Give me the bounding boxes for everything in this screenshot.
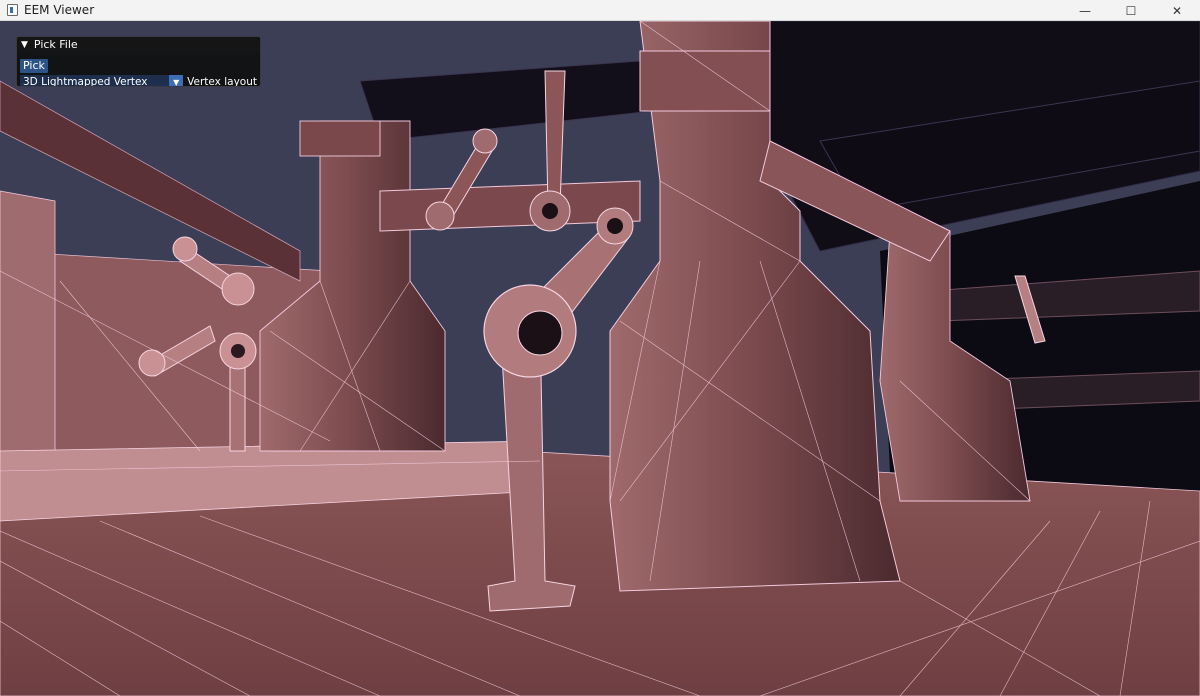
app-icon <box>7 4 18 16</box>
chevron-down-icon[interactable]: ▼ <box>169 75 184 86</box>
vertex-layout-label: Vertex layout <box>187 76 257 87</box>
window-controls: — ☐ ✕ <box>1062 0 1200 21</box>
maximize-button[interactable]: ☐ <box>1108 0 1154 21</box>
panel-title: Pick File <box>33 38 78 51</box>
window-title: EEM Viewer <box>24 3 95 17</box>
viewport-3d[interactable]: ▼ Pick File Pick 3D Lightmapped Vertex ▼… <box>0 21 1200 696</box>
title-bar: EEM Viewer — ☐ ✕ <box>0 0 1200 21</box>
minimize-button[interactable]: — <box>1062 0 1108 21</box>
vertex-layout-combo[interactable]: 3D Lightmapped Vertex ▼ <box>20 75 184 87</box>
pick-file-panel: ▼ Pick File Pick 3D Lightmapped Vertex ▼… <box>16 36 261 87</box>
vertex-layout-value: 3D Lightmapped Vertex <box>23 76 148 87</box>
wireframe-render <box>0 21 1200 696</box>
collapse-arrow-icon[interactable]: ▼ <box>21 40 28 50</box>
close-button[interactable]: ✕ <box>1154 0 1200 21</box>
pick-button[interactable]: Pick <box>20 59 48 73</box>
panel-title-bar[interactable]: ▼ Pick File <box>17 37 260 52</box>
